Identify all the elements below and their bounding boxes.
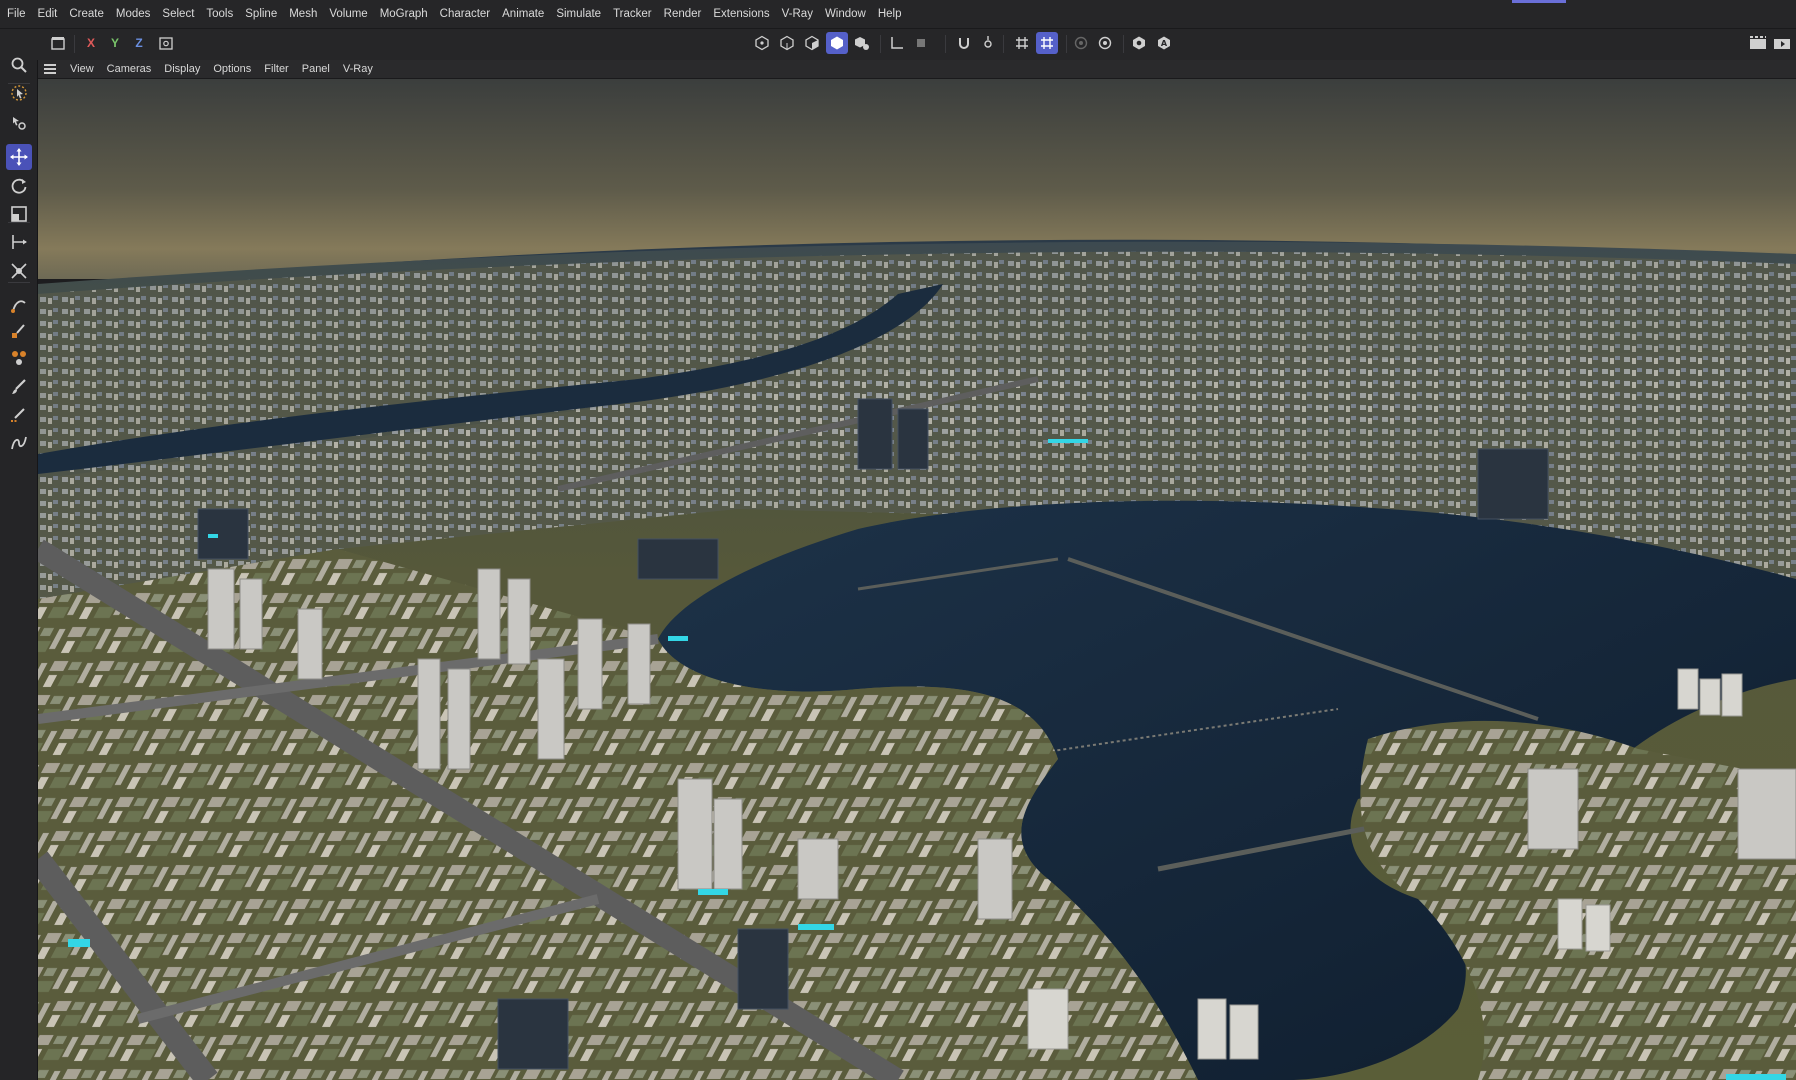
menu-animate[interactable]: Animate bbox=[502, 8, 544, 20]
brush-icon[interactable] bbox=[6, 374, 32, 400]
solo-off-icon[interactable] bbox=[1070, 32, 1092, 54]
sketch-icon[interactable] bbox=[6, 318, 32, 344]
viewport-menubar: View Cameras Display Options Filter Pane… bbox=[38, 60, 1796, 79]
pen-icon[interactable] bbox=[6, 293, 32, 319]
uv-mode-icon[interactable] bbox=[851, 32, 873, 54]
rotate-icon[interactable] bbox=[6, 173, 32, 199]
edges-mode-icon[interactable] bbox=[801, 32, 823, 54]
render-to-picture-viewer-icon[interactable] bbox=[1771, 32, 1793, 54]
menu-tracker[interactable]: Tracker bbox=[613, 8, 652, 20]
menu-character[interactable]: Character bbox=[440, 8, 491, 20]
axis-z-lock-button[interactable]: Z bbox=[128, 32, 150, 54]
tweak-mode-icon[interactable] bbox=[910, 32, 932, 54]
menu-render[interactable]: Render bbox=[664, 8, 702, 20]
menu-mesh[interactable]: Mesh bbox=[289, 8, 317, 20]
spline-icon[interactable] bbox=[6, 430, 32, 456]
viewport-menu-options[interactable]: Options bbox=[213, 63, 251, 75]
viewport-menu-view[interactable]: View bbox=[70, 63, 94, 75]
svg-text:A: A bbox=[1161, 39, 1168, 48]
menu-mograph[interactable]: MoGraph bbox=[380, 8, 428, 20]
menu-select[interactable]: Select bbox=[162, 8, 194, 20]
menu-extensions[interactable]: Extensions bbox=[713, 8, 769, 20]
viewport-menu-cameras[interactable]: Cameras bbox=[107, 63, 152, 75]
coordinate-system-icon[interactable] bbox=[155, 32, 177, 54]
render-view-icon[interactable] bbox=[1128, 32, 1150, 54]
transform-icon[interactable] bbox=[6, 229, 32, 255]
viewport-menu-display[interactable]: Display bbox=[164, 63, 200, 75]
autokey-icon[interactable]: A bbox=[1153, 32, 1175, 54]
grid-snap-icon[interactable] bbox=[1036, 32, 1058, 54]
menu-vray[interactable]: V-Ray bbox=[782, 8, 813, 20]
left-tool-palette bbox=[0, 57, 38, 1080]
select-icon[interactable] bbox=[6, 80, 32, 106]
menu-create[interactable]: Create bbox=[69, 8, 104, 20]
menu-file[interactable]: File bbox=[7, 8, 26, 20]
main-menubar: File Edit Create Modes Select Tools Spli… bbox=[0, 0, 1796, 28]
menu-volume[interactable]: Volume bbox=[329, 8, 367, 20]
viewport-menu-vray[interactable]: V-Ray bbox=[343, 63, 373, 75]
axis-x-lock-button[interactable]: X bbox=[80, 32, 102, 54]
model-mode-icon[interactable] bbox=[751, 32, 773, 54]
axis-y-lock-button[interactable]: Y bbox=[104, 32, 126, 54]
main-toolbar: X Y Z A bbox=[0, 28, 1796, 60]
scale-icon[interactable] bbox=[6, 201, 32, 227]
axis-mode-icon[interactable] bbox=[886, 32, 908, 54]
menu-spline[interactable]: Spline bbox=[245, 8, 277, 20]
city-scene-render bbox=[38, 79, 1796, 1080]
viewport-menu-panel[interactable]: Panel bbox=[302, 63, 330, 75]
move-axis-icon[interactable] bbox=[6, 110, 32, 136]
menu-edit[interactable]: Edit bbox=[38, 8, 58, 20]
undo-stack-icon[interactable] bbox=[47, 32, 69, 54]
layout-tab-indicator[interactable] bbox=[1512, 0, 1566, 3]
snap-icon[interactable] bbox=[6, 258, 32, 284]
menu-simulate[interactable]: Simulate bbox=[556, 8, 601, 20]
solo-icon[interactable] bbox=[1094, 32, 1116, 54]
grid-icon[interactable] bbox=[1011, 32, 1033, 54]
points-mode-icon[interactable] bbox=[776, 32, 798, 54]
search-icon[interactable] bbox=[6, 52, 32, 78]
menu-tools[interactable]: Tools bbox=[206, 8, 233, 20]
menu-window[interactable]: Window bbox=[825, 8, 866, 20]
paint-icon[interactable] bbox=[6, 345, 32, 371]
menu-modes[interactable]: Modes bbox=[116, 8, 151, 20]
3d-viewport[interactable] bbox=[38, 79, 1796, 1080]
polygons-mode-icon[interactable] bbox=[826, 32, 848, 54]
menu-help[interactable]: Help bbox=[878, 8, 902, 20]
viewport-hamburger-icon[interactable] bbox=[44, 64, 56, 74]
move-icon[interactable] bbox=[6, 144, 32, 170]
snap-settings-icon[interactable] bbox=[977, 32, 999, 54]
magnet-snap-icon[interactable] bbox=[953, 32, 975, 54]
viewport-menu-filter[interactable]: Filter bbox=[264, 63, 288, 75]
render-region-icon[interactable] bbox=[1747, 32, 1769, 54]
knife-icon[interactable] bbox=[6, 402, 32, 428]
